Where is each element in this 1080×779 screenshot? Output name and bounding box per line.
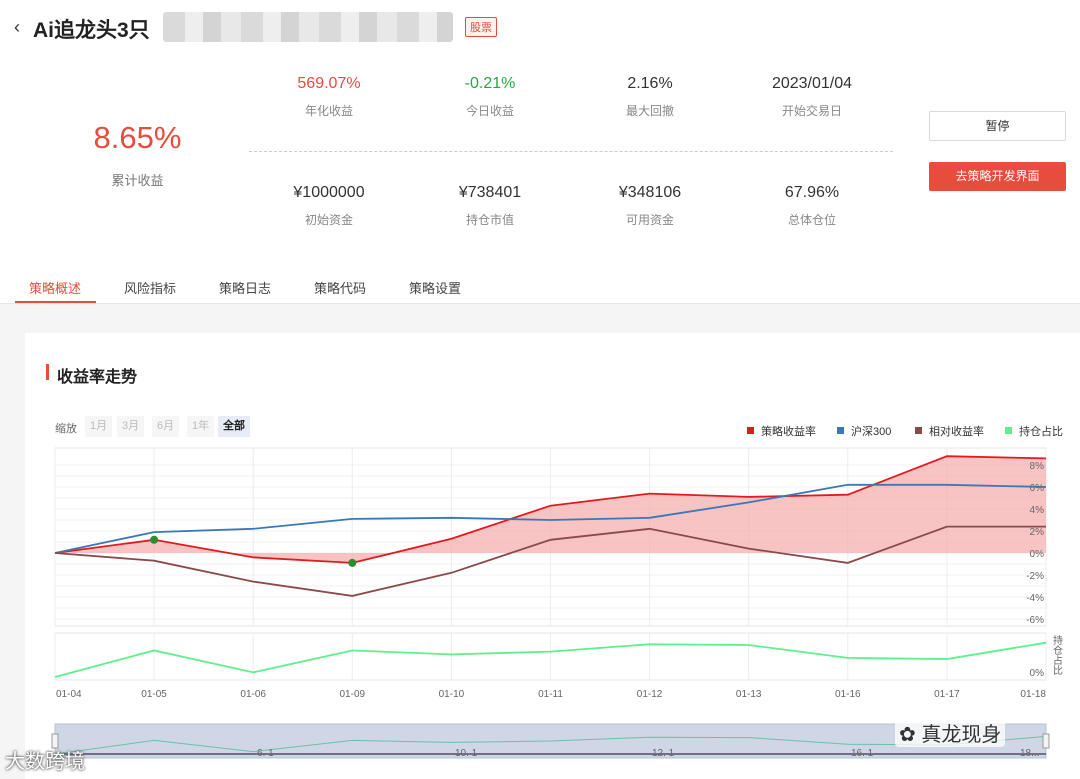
y-tick-label: -2% <box>1026 571 1044 582</box>
position-axis-label: 持仓占比 <box>1051 634 1063 675</box>
y-tick-label: 4% <box>1030 505 1045 516</box>
trade-marker <box>348 558 357 567</box>
x-tick-label: 01-12 <box>637 689 663 700</box>
x-tick-label: 01-04 <box>56 689 82 700</box>
x-tick-label: 01-16 <box>835 689 861 700</box>
x-tick-label: 01-13 <box>736 689 762 700</box>
x-tick-label: 01-17 <box>934 689 960 700</box>
y-tick-label: 2% <box>1030 527 1045 538</box>
x-tick-label: 01-06 <box>240 689 266 700</box>
x-tick-label: 01-09 <box>340 689 366 700</box>
wechat-icon: ✿ <box>899 724 916 746</box>
y-tick-label: -4% <box>1026 593 1044 604</box>
x-tick-label: 01-05 <box>141 689 167 700</box>
y-tick-label: 6% <box>1030 483 1045 494</box>
navigator-tick-label: 12. 1 <box>652 748 675 759</box>
position-tick-label: 0% <box>1030 668 1045 679</box>
navigator-tick-label: 16. 1 <box>851 748 874 759</box>
x-tick-label: 01-11 <box>538 689 563 700</box>
watermark-text: 真龙现身 <box>921 724 1002 746</box>
y-tick-label: 8% <box>1030 461 1045 472</box>
navigator-tick-label: 18... <box>1020 748 1039 759</box>
x-tick-label: 01-18 <box>1020 689 1046 700</box>
navigator-tick-label: 6. 1 <box>257 748 274 759</box>
return-chart: 8% 6% 4% 2% 0% -2% -4% -6% 0% 持仓占比 01-04 01-05 01-06… <box>51 447 1063 759</box>
watermark-wechat: ✿ 真龙现身 <box>895 718 1006 747</box>
navigator-tick-label: 10. 1 <box>455 748 478 759</box>
y-tick-label: -6% <box>1026 615 1044 626</box>
trade-marker <box>150 535 159 544</box>
watermark-corner: 大数跨境 <box>5 751 85 773</box>
navigator-handle-right <box>1042 733 1050 749</box>
x-tick-label: 01-10 <box>439 689 465 700</box>
y-tick-label: 0% <box>1030 549 1045 560</box>
